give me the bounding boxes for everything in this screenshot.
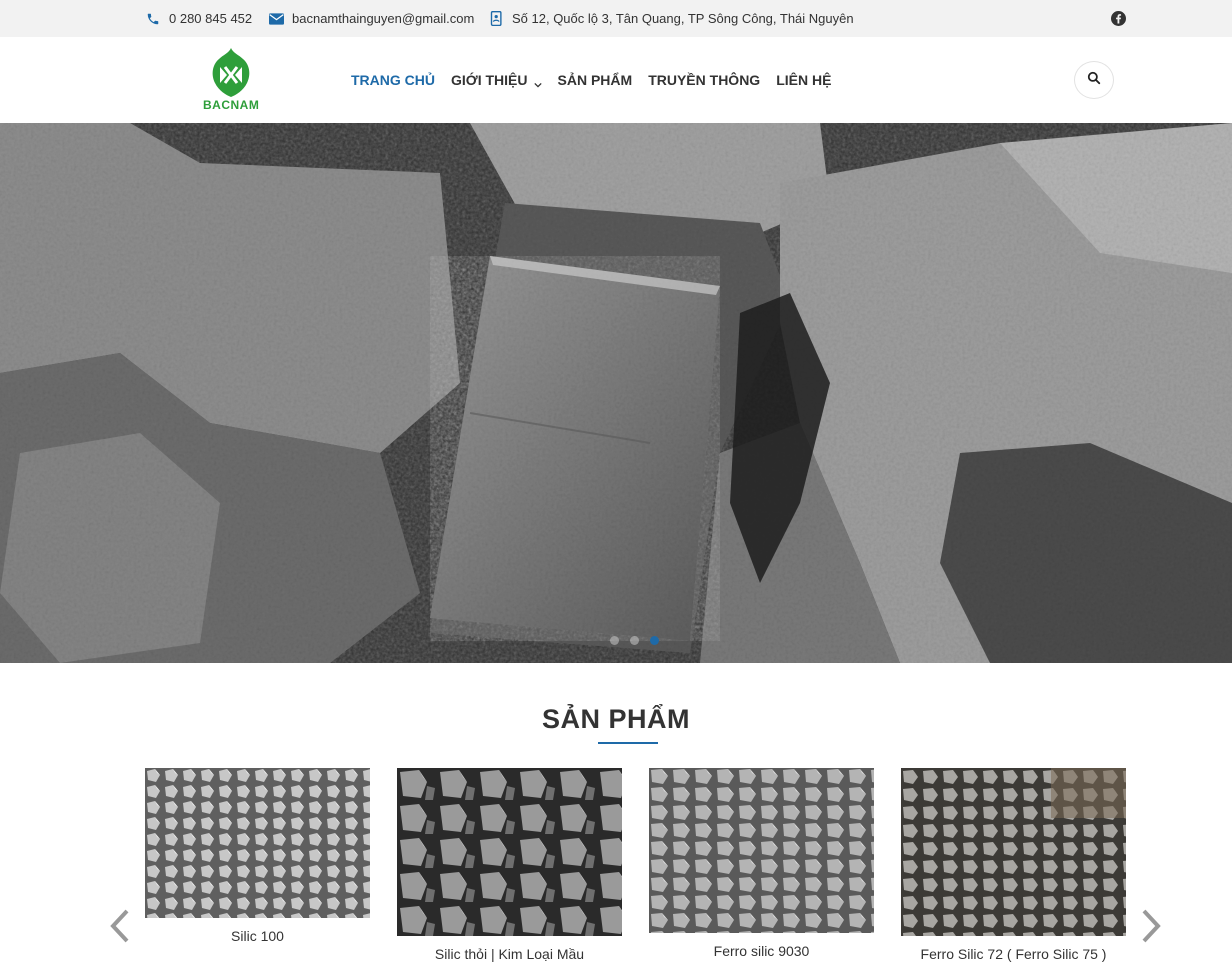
nav-item-about[interactable]: GIỚI THIỆU [451,72,542,88]
facebook-icon[interactable] [1111,11,1126,26]
nav-item-contact[interactable]: LIÊN HỆ [776,72,831,88]
site-logo[interactable]: BACNAM [203,45,259,115]
product-card[interactable]: Silic 100 [145,768,370,944]
slider-dot[interactable] [610,636,619,645]
hero-image [0,123,1232,663]
nav-label: LIÊN HỆ [776,72,832,88]
product-name[interactable]: Ferro Silic 72 ( Ferro Silic 75 ) [901,946,1126,962]
nav-label: SẢN PHẨM [557,72,633,88]
top-contact-bar: 0 280 845 452 bacnamthainguyen@gmail.com… [0,0,1232,37]
product-card[interactable]: Ferro Silic 72 ( Ferro Silic 75 ) [901,768,1126,962]
product-image[interactable] [397,768,622,936]
arrow-right-icon[interactable] [1139,908,1163,944]
nav-item-products[interactable]: SẢN PHẨM [558,72,633,88]
product-image[interactable] [649,768,874,933]
logo-mark [212,48,250,97]
search-button[interactable] [1074,61,1114,99]
hero-slider[interactable] [0,123,1232,663]
email-contact[interactable]: bacnamthainguyen@gmail.com [268,0,474,37]
arrow-left-icon[interactable] [108,908,132,944]
nav-item-media[interactable]: TRUYỀN THÔNG [648,72,760,88]
search-icon [1087,71,1101,90]
product-name[interactable]: Silic 100 [145,928,370,944]
product-card[interactable]: Silic thỏi | Kim Loại Mầu [397,768,622,962]
product-name[interactable]: Ferro silic 9030 [649,943,874,959]
address-contact: Số 12, Quốc lộ 3, Tân Quang, TP Sông Côn… [488,0,854,37]
title-underline [598,742,658,744]
phone-icon [145,11,161,27]
nav-item-home[interactable]: TRANG CHỦ [351,72,435,88]
email-address: bacnamthainguyen@gmail.com [292,11,475,26]
email-icon [268,11,284,27]
slider-dot-active[interactable] [650,636,659,645]
slider-pagination [610,636,670,645]
address-icon [488,11,504,27]
nav-label: TRUYỀN THÔNG [648,72,761,88]
section-title: SẢN PHẨM [541,704,690,734]
site-header: BACNAM TRANG CHỦ GIỚI THIỆU SẢN PHẨM TRU… [0,37,1232,123]
product-image[interactable] [901,768,1126,936]
nav-label: TRANG CHỦ [351,72,435,88]
chevron-down-icon [533,76,542,88]
phone-contact[interactable]: 0 280 845 452 [145,0,252,37]
address-text: Số 12, Quốc lộ 3, Tân Quang, TP Sông Côn… [512,11,854,26]
main-navigation: TRANG CHỦ GIỚI THIỆU SẢN PHẨM TRUYỀN THÔ… [351,37,847,123]
product-image[interactable] [145,768,370,918]
nav-label: GIỚI THIỆU [451,72,528,88]
slider-dot[interactable] [630,636,639,645]
phone-number: 0 280 845 452 [169,11,253,26]
product-card[interactable]: Ferro silic 9030 [649,768,874,959]
logo-text: BACNAM [203,98,260,112]
product-name[interactable]: Silic thỏi | Kim Loại Mầu [397,946,622,962]
